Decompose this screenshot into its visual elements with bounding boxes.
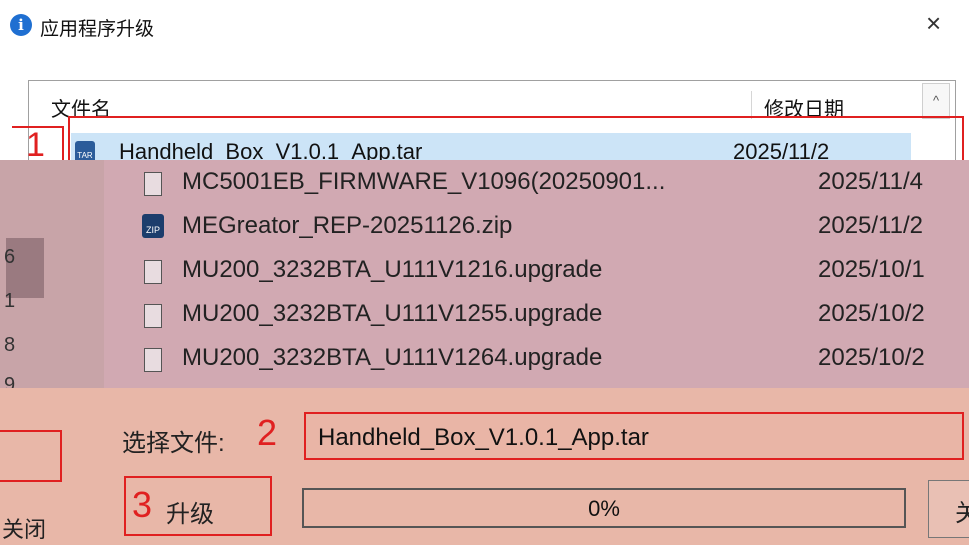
left-strip-text: 1 — [4, 290, 16, 312]
close-button[interactable]: 关 — [928, 480, 969, 538]
list-item[interactable]: MU200_3232BTA_U111V1255.upgrade 2025/10/… — [104, 294, 969, 338]
zip-icon: ZIP — [142, 214, 164, 238]
list-item[interactable]: MC5001EB_FIRMWARE_V1096(20250901... 2025… — [104, 162, 969, 206]
file-name: MU200_3232BTA_U111V1264.upgrade — [182, 344, 603, 371]
left-strip-text: 8 — [4, 334, 16, 356]
close-button-label: 关 — [955, 500, 969, 527]
file-name: MU200_3232BTA_U111V1216.upgrade — [182, 256, 603, 283]
file-date: 2025/11/4 — [818, 168, 923, 195]
file-name: MU200_3232BTA_U111V1255.upgrade — [182, 300, 603, 327]
file-icon — [144, 348, 162, 372]
select-file-label: 选择文件: — [122, 430, 225, 457]
scroll-up-button[interactable]: ^ — [922, 83, 950, 119]
file-name: MEGreator_REP-20251126.zip — [182, 212, 513, 239]
file-name: MC5001EB_FIRMWARE_V1096(20250901... — [182, 168, 666, 195]
info-icon: i — [10, 14, 32, 36]
file-list: MC5001EB_FIRMWARE_V1096(20250901... 2025… — [104, 160, 969, 388]
left-strip-text: 6 — [4, 246, 16, 268]
progress-text: 0% — [588, 496, 620, 521]
progress-bar: 0% — [302, 488, 906, 528]
annotation-box-left — [0, 430, 62, 482]
left-close-button[interactable]: 关闭 — [2, 512, 46, 544]
annotation-marker-3: 3 — [132, 484, 153, 525]
window-title: 应用程序升级 — [40, 19, 155, 40]
upgrade-button[interactable]: 升级 — [166, 494, 214, 529]
file-date: 2025/10/1 — [818, 256, 925, 283]
annotation-marker-2: 2 — [257, 412, 278, 453]
file-date: 2025/11/2 — [818, 212, 923, 239]
file-icon — [144, 172, 162, 196]
file-date: 2025/10/2 — [818, 300, 925, 327]
selected-file-field[interactable]: Handheld_Box_V1.0.1_App.tar — [304, 412, 964, 460]
list-item[interactable]: MU200_3232BTA_U111V1216.upgrade 2025/10/… — [104, 250, 969, 294]
column-separator — [751, 91, 752, 119]
file-date: 2025/10/2 — [818, 344, 925, 371]
list-item[interactable]: ZIP MEGreator_REP-20251126.zip 2025/11/2 — [104, 206, 969, 250]
list-item[interactable]: MU200_3232BTA_U111V1264.upgrade 2025/10/… — [104, 338, 969, 382]
selected-file-value: Handheld_Box_V1.0.1_App.tar — [318, 424, 649, 451]
title-bar: i 应用程序升级 × — [0, 0, 969, 56]
close-icon[interactable]: × — [926, 8, 941, 39]
file-icon — [144, 260, 162, 284]
file-icon — [144, 304, 162, 328]
